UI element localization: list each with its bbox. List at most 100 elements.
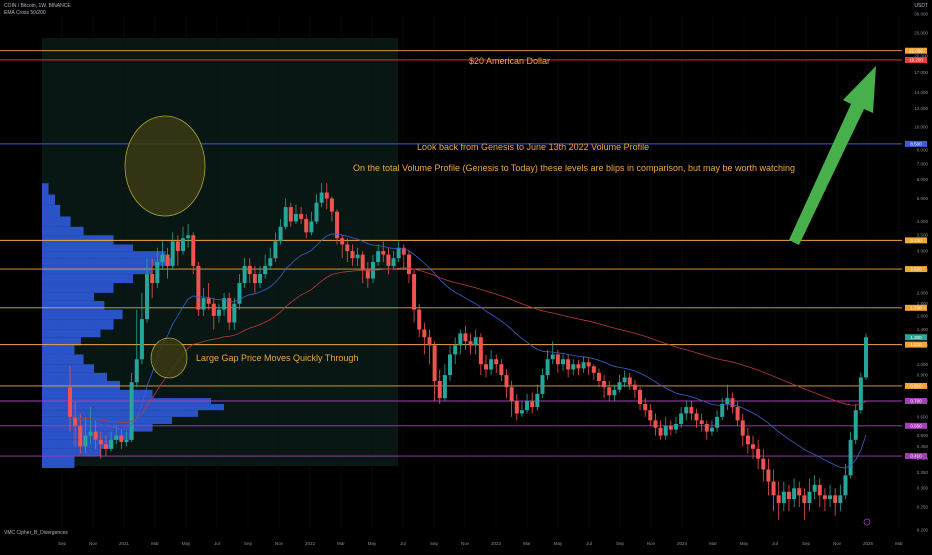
price-tick-label: 14.000 <box>914 90 928 95</box>
candle-body <box>232 303 237 323</box>
candle-body <box>422 329 427 338</box>
time-tick-label: May <box>554 541 563 546</box>
candle-body <box>299 214 304 219</box>
candle-body <box>278 226 283 242</box>
candle-body <box>781 491 786 503</box>
volume-profile-bar <box>42 354 84 365</box>
candle-body <box>314 202 319 222</box>
candle-body <box>124 439 129 443</box>
candle-body <box>437 380 442 399</box>
volume-profile-bar <box>42 216 71 227</box>
candle-body <box>776 495 781 503</box>
candle-body <box>786 491 791 500</box>
volume-profile-bar <box>42 283 114 293</box>
candle-body <box>134 359 139 383</box>
candle-body <box>756 448 761 459</box>
price-tag-label: 2.520 <box>910 267 922 272</box>
volume-profile-bar <box>42 183 49 195</box>
volume-profile-bar <box>42 372 107 381</box>
price-tag-label: 0.810 <box>910 384 922 389</box>
volume-profile-bar <box>42 319 114 330</box>
candle-body <box>211 303 216 316</box>
candle-body <box>715 416 720 428</box>
price-tag-label: 3.330 <box>910 238 922 243</box>
chart-title[interactable]: COIN / Bitcoin, 1W, BINANCE <box>4 3 71 9</box>
candle-body <box>78 425 83 447</box>
candle-body <box>453 345 458 355</box>
candle-body <box>355 254 360 259</box>
candle-body <box>129 382 134 440</box>
time-tick-label: Nov <box>461 541 470 546</box>
candle-body <box>483 364 488 370</box>
candle-body <box>98 439 103 445</box>
candle-body <box>612 389 617 396</box>
candle-body <box>381 251 386 255</box>
time-tick-label: Mar <box>709 541 717 546</box>
candle-body <box>180 238 185 252</box>
candle-body <box>648 410 653 421</box>
time-tick-label: Jul <box>586 541 592 546</box>
volume-profile-bar <box>42 364 94 373</box>
chart-svg[interactable]: Sep Nov 2021 Mar May Jul Sep Nov 2022 Mar May Jul Se… <box>0 0 932 550</box>
price-tag-label: 0.700 <box>910 399 922 404</box>
volume-profile-bar <box>42 292 94 301</box>
candle-body <box>571 364 576 370</box>
time-tick-label: Mar <box>895 541 903 546</box>
volume-profile-bar <box>42 235 114 245</box>
price-tick-label: 6.000 <box>917 177 929 182</box>
candle-body <box>525 400 530 411</box>
candle-body <box>689 407 694 414</box>
candle-body <box>709 427 714 432</box>
indicator-label[interactable]: EMA Cross 50/200 <box>4 10 46 16</box>
oscillator-label[interactable]: VMC Cipher_B_Divergences <box>0 530 68 536</box>
candle-body <box>396 247 401 259</box>
candle-body <box>252 274 257 284</box>
time-tick-label: Sep <box>58 541 67 546</box>
time-tick-label: Mar <box>337 541 345 546</box>
candle-body <box>771 481 776 496</box>
time-tick-label: 2023 <box>491 541 502 546</box>
candle-body <box>581 362 586 369</box>
candle-body <box>694 413 699 421</box>
candle-body <box>304 218 309 233</box>
time-tick-label: Sep <box>244 541 253 546</box>
candle-body <box>817 484 822 496</box>
volume-profile-bar <box>42 300 105 310</box>
candle-body <box>489 359 494 370</box>
volume-profile-bar <box>42 410 198 417</box>
volume-profile-bar <box>42 204 61 217</box>
time-tick-label: 2021 <box>119 541 130 546</box>
highlight-ellipse-large <box>124 115 206 217</box>
candle-body <box>566 359 571 370</box>
candle-body <box>406 254 411 275</box>
candle-body <box>391 258 396 266</box>
time-tick-label: 2024 <box>677 541 688 546</box>
volume-profile-bar <box>42 274 133 284</box>
time-tick-label: Nov <box>647 541 656 546</box>
candle-body <box>792 488 797 500</box>
candle-body <box>417 309 422 330</box>
candle-body <box>350 251 355 259</box>
candle-body <box>576 364 581 369</box>
candle-body <box>427 337 432 346</box>
candle-body <box>643 403 648 411</box>
price-tick-label: 17.000 <box>914 70 928 75</box>
time-tick-label: Jul <box>772 541 778 546</box>
volume-profile-bar <box>42 244 133 252</box>
price-tick-label: 0.450 <box>917 444 929 449</box>
candle-body <box>227 298 232 323</box>
price-tag-label: 0.550 <box>910 423 922 428</box>
candle-body <box>324 192 329 199</box>
price-tick-label: 0.500 <box>917 433 929 438</box>
time-tick-label: May <box>368 541 377 546</box>
candle-body <box>653 420 658 428</box>
candle-body <box>822 495 827 500</box>
candle-body <box>432 345 437 381</box>
time-tick-label: Nov <box>89 541 98 546</box>
candle-body <box>545 359 550 376</box>
price-tick-label: 0.300 <box>917 486 929 491</box>
time-tick-label: 2025 <box>863 541 874 546</box>
price-tick-label: 3.000 <box>917 249 929 254</box>
candle-body <box>319 192 324 203</box>
candle-body <box>504 375 509 388</box>
